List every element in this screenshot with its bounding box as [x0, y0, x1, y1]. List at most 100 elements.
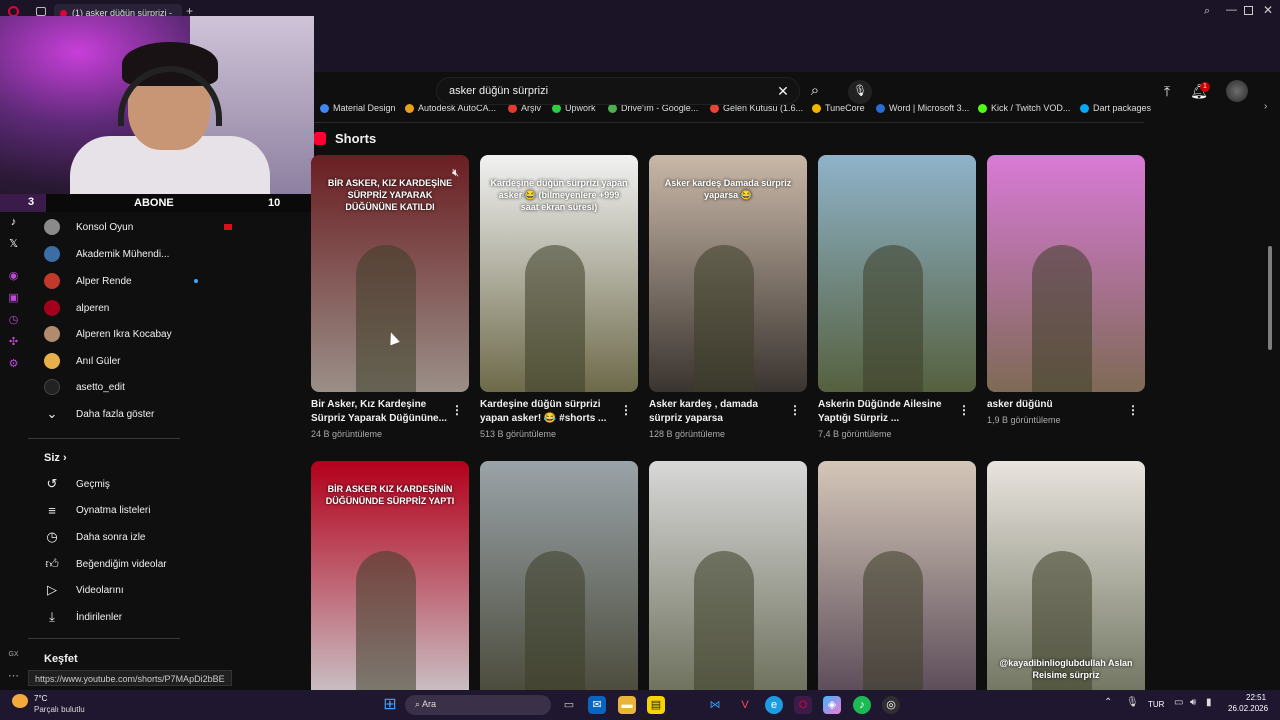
short-thumbnail[interactable]: Asker kardeş Damada sürpriz yaparsa 😂 [649, 155, 807, 392]
subscription-item[interactable]: alperen [44, 295, 284, 321]
short-card[interactable]: asker düğünü 1,9 B görüntüleme ⋮ [987, 155, 1145, 425]
clear-search-icon[interactable]: ✕ [772, 80, 794, 102]
you-heading[interactable]: Siz › [44, 452, 67, 464]
task-view-icon[interactable]: ▭ [560, 696, 578, 714]
short-thumbnail[interactable] [818, 461, 976, 698]
subscriber-left-count: 3 [0, 194, 46, 212]
sidebar-item-liked[interactable]: 👍︎ Beğendiğim videolar [44, 551, 284, 577]
bookmark-item[interactable]: Dart packages [1080, 99, 1151, 117]
outlook-icon[interactable]: ✉ [588, 696, 606, 714]
subscription-item[interactable]: Akademik Mühendi... [44, 241, 284, 267]
sidebar-item-label: İndirilenler [76, 611, 123, 623]
sticky-notes-icon[interactable]: ▤ [647, 696, 665, 714]
short-card[interactable] [818, 461, 976, 698]
bookmark-item[interactable]: Material Design [320, 99, 396, 117]
bookmark-item[interactable]: Word | Microsoft 3... [876, 99, 969, 117]
voice-search-icon[interactable]: 🎙︎ [848, 80, 872, 104]
clock-icon[interactable]: ◷ [7, 314, 20, 327]
network-icon[interactable]: ▭ [1174, 697, 1183, 708]
page-scrollbar[interactable] [1268, 246, 1272, 350]
taskbar-search[interactable]: ⌕ Ara [405, 695, 551, 715]
minimize-icon[interactable]: — [1226, 4, 1237, 16]
maximize-icon[interactable] [1244, 6, 1253, 15]
obs-icon[interactable]: ◎ [882, 696, 900, 714]
language-label[interactable]: TUR [1148, 700, 1164, 709]
short-card[interactable]: Kardeşine düğün sürprizi yapan asker 😂 (… [480, 155, 638, 439]
short-thumbnail[interactable]: Kardeşine düğün sürprizi yapan asker 😂 (… [480, 155, 638, 392]
channel-name: Konsol Oyun [76, 221, 134, 233]
more-options-icon[interactable]: ⋮ [451, 403, 463, 417]
sidebar-item-playlists[interactable]: ≡ Oynatma listeleri [44, 497, 284, 523]
search-tabs-icon[interactable]: ⌕ [1204, 5, 1210, 18]
show-more-button[interactable]: ⌄ Daha fazla göster [44, 401, 284, 427]
short-card[interactable] [649, 461, 807, 698]
short-thumbnail[interactable] [649, 461, 807, 698]
search-icon[interactable]: ⌕ [804, 80, 826, 102]
bookmarks-overflow-icon[interactable]: › [1264, 101, 1267, 112]
more-options-icon[interactable]: ⋮ [1127, 403, 1139, 417]
spotify-icon[interactable]: ♪ [853, 696, 871, 714]
more-options-icon[interactable]: ⋮ [958, 403, 970, 417]
short-card[interactable]: Asker kardeş Damada sürpriz yaparsa 😂 Ask… [649, 155, 807, 439]
tab-manager-icon[interactable] [36, 7, 46, 16]
valorant-icon[interactable]: V [736, 696, 754, 714]
opera-gx-icon[interactable]: O [794, 696, 812, 714]
short-card[interactable] [480, 461, 638, 698]
clock-time[interactable]: 22:51 [1246, 693, 1266, 702]
short-thumbnail[interactable]: @kayadibinlioglubdullah Aslan Reisime sü… [987, 461, 1145, 698]
subscription-item[interactable]: asetto_edit [44, 374, 284, 400]
player-icon[interactable]: ◉ [7, 270, 20, 283]
extensions-rail-icon[interactable]: ✣ [7, 336, 20, 349]
clock-date[interactable]: 26.02.2026 [1228, 704, 1268, 713]
bookmark-item[interactable]: Kick / Twitch VOD... [978, 99, 1070, 117]
short-thumbnail[interactable] [818, 155, 976, 392]
short-title[interactable]: Askerin Düğünde Ailesine Yaptığı Sürpriz… [818, 398, 954, 426]
wallet-icon[interactable]: ▣ [7, 292, 20, 305]
short-card[interactable]: BİR ASKER, KIZ KARDEŞİNE SÜRPRİZ YAPARAK… [311, 155, 469, 439]
close-window-icon[interactable]: ✕ [1263, 3, 1273, 17]
thumbnail-figure [525, 245, 585, 392]
short-title[interactable]: asker düğünü [987, 398, 1123, 412]
sidebar-item-watch-later[interactable]: ◷ Daha sonra izle [44, 524, 284, 550]
more-rail-icon[interactable]: ⋯ [7, 670, 20, 683]
battery-icon[interactable]: ▮ [1206, 697, 1212, 708]
subscription-item[interactable]: Anıl Güler [44, 348, 284, 374]
tray-chevron-icon[interactable]: ⌃ [1104, 697, 1112, 708]
short-thumbnail[interactable]: BİR ASKER, KIZ KARDEŞİNE SÜRPRİZ YAPARAK… [311, 155, 469, 392]
short-card[interactable]: @kayadibinlioglubdullah Aslan Reisime sü… [987, 461, 1145, 698]
vscode-icon[interactable]: ⋈ [706, 696, 724, 714]
avatar[interactable] [1226, 80, 1248, 102]
more-options-icon[interactable]: ⋮ [620, 403, 632, 417]
short-title[interactable]: Kardeşine düğün sürprizi yapan asker! 😂 … [480, 398, 616, 426]
weather-icon[interactable] [12, 694, 28, 708]
x-icon[interactable]: 𝕏 [7, 238, 20, 251]
mic-tray-icon[interactable]: 🎙︎ [1126, 697, 1139, 708]
short-title[interactable]: Asker kardeş , damada sürpriz yaparsa [649, 398, 785, 426]
short-thumbnail[interactable] [480, 461, 638, 698]
volume-icon[interactable]: 🔊︎ [1190, 697, 1196, 708]
gx-icon[interactable]: GX [7, 648, 20, 661]
short-thumbnail[interactable]: BİR ASKER KIZ KARDEŞİNİN DÜĞÜNÜNDE SÜRPR… [311, 461, 469, 698]
sidebar-item-history[interactable]: ↺ Geçmiş [44, 471, 284, 497]
short-card[interactable]: Askerin Düğünde Ailesine Yaptığı Sürpriz… [818, 155, 976, 439]
short-views: 24 B görüntüleme [311, 429, 383, 439]
mute-icon[interactable]: 🔇︎ [452, 167, 459, 180]
sidebar-item-downloads[interactable]: ⤓ İndirilenler [44, 604, 284, 630]
short-title[interactable]: Bir Asker, Kız Kardeşine Sürpriz Yaparak… [311, 398, 447, 426]
short-card[interactable]: BİR ASKER KIZ KARDEŞİNİN DÜĞÜNÜNDE SÜRPR… [311, 461, 469, 698]
search-input[interactable]: asker düğün sürprizi [436, 77, 800, 105]
subscription-item[interactable]: Alper Rende [44, 268, 284, 294]
sidebar-item-your-videos[interactable]: ▷ Videolarını [44, 577, 284, 603]
start-icon[interactable]: ⊞ [381, 696, 399, 714]
file-explorer-icon[interactable]: ▬ [618, 696, 636, 714]
edge-icon[interactable]: e [765, 696, 783, 714]
chevron-down-icon: ⌄ [46, 406, 58, 421]
tiktok-icon[interactable]: ♪ [7, 216, 20, 229]
copilot-icon[interactable]: ◈ [823, 696, 841, 714]
subscription-item[interactable]: Konsol Oyun [44, 214, 284, 240]
subscription-item[interactable]: Alperen Ikra Kocabay [44, 321, 284, 347]
settings-rail-icon[interactable]: ⚙ [7, 358, 20, 371]
upload-icon[interactable]: ⤒ [1156, 80, 1178, 102]
more-options-icon[interactable]: ⋮ [789, 403, 801, 417]
short-thumbnail[interactable] [987, 155, 1145, 392]
